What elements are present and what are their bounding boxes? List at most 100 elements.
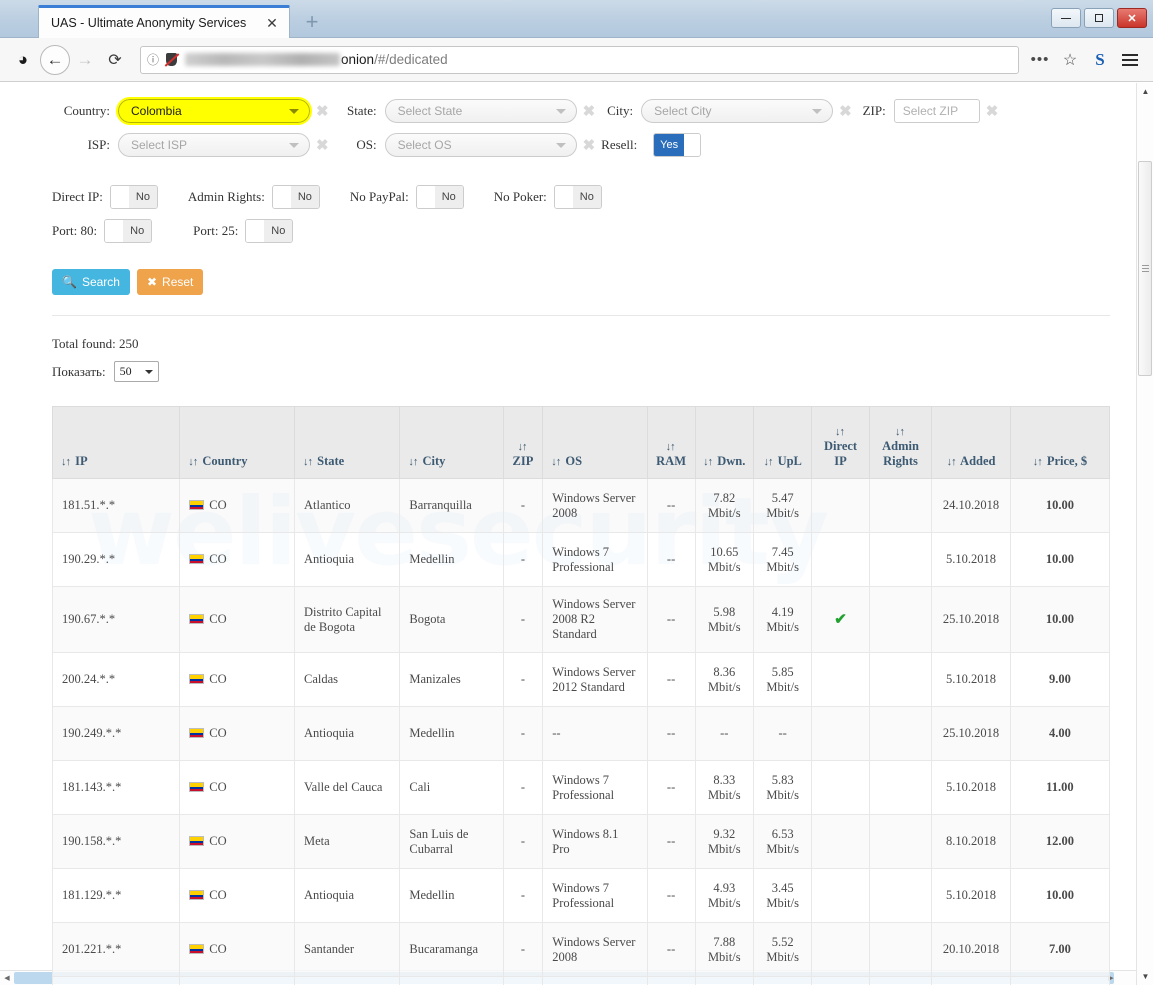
table-row[interactable]: 190.249.*.*COAntioquiaMedellin---------2…: [53, 707, 1110, 761]
scroll-up-arrow[interactable]: ▲: [1137, 83, 1153, 100]
new-tab-button[interactable]: +: [300, 12, 324, 36]
cell-city: Manizales: [400, 653, 503, 707]
cell-added: 25.10.2018: [932, 707, 1010, 761]
table-row[interactable]: 181.129.*.*COAntioquiaMedellin-Windows 7…: [53, 869, 1110, 923]
zip-input[interactable]: Select ZIP: [894, 99, 980, 123]
no-poker-toggle[interactable]: No: [554, 185, 602, 209]
sort-icon: ↓↑: [895, 426, 904, 438]
menu-icon[interactable]: [1115, 45, 1145, 75]
site-info-icon[interactable]: ⓘ: [147, 51, 159, 68]
search-button[interactable]: 🔍 Search: [52, 269, 130, 295]
col-city[interactable]: ↓↑ City: [400, 407, 503, 479]
vertical-scrollbar[interactable]: ▲ ▼: [1136, 83, 1153, 985]
port-80-label: Port: 80:: [52, 223, 97, 239]
cell-city: Bogota: [400, 587, 503, 653]
table-row[interactable]: 181.51.*.*COAtlanticoBarranquilla-Window…: [53, 479, 1110, 533]
state-select[interactable]: Select State: [385, 99, 577, 123]
table-row[interactable]: COWindows Server9.626.74: [53, 977, 1110, 985]
col-state[interactable]: ↓↑ State: [295, 407, 400, 479]
table-row[interactable]: 190.67.*.*CODistrito Capital de BogotaBo…: [53, 587, 1110, 653]
address-bar[interactable]: ⓘ onion/#/dedicated: [140, 46, 1019, 74]
browser-titlebar: UAS - Ultimate Anonymity Services ✕ + ✕: [0, 0, 1153, 38]
isp-select[interactable]: Select ISP: [118, 133, 310, 157]
col-ip[interactable]: ↓↑ IP: [53, 407, 180, 479]
table-row[interactable]: 181.143.*.*COValle del CaucaCali-Windows…: [53, 761, 1110, 815]
city-placeholder: Select City: [654, 104, 711, 118]
cell-os: Windows 7 Professional: [543, 761, 647, 815]
country-clear-icon[interactable]: ✖: [316, 102, 329, 120]
col-country[interactable]: ↓↑ Country: [180, 407, 295, 479]
maximize-button[interactable]: [1084, 8, 1114, 28]
col-os[interactable]: ↓↑ OS: [543, 407, 647, 479]
cell-zip: -: [503, 923, 543, 977]
state-clear-icon[interactable]: ✖: [583, 102, 596, 120]
col-upl[interactable]: ↓↑ UpL: [753, 407, 811, 479]
chevron-down-icon: [145, 370, 153, 374]
col-ram[interactable]: ↓↑RAM: [647, 407, 695, 479]
cell-price: 10.00: [1010, 533, 1109, 587]
browser-tab[interactable]: UAS - Ultimate Anonymity Services ✕: [38, 5, 290, 38]
scroll-left-arrow[interactable]: ◀: [0, 971, 14, 985]
extension-icon[interactable]: S: [1085, 45, 1115, 75]
filter-no-poker: No Poker: No: [494, 185, 602, 209]
reset-icon: ✖: [147, 275, 157, 289]
direct-ip-toggle-value: No: [129, 186, 157, 208]
cell-zip: -: [503, 653, 543, 707]
city-select[interactable]: Select City: [641, 99, 833, 123]
col-price[interactable]: ↓↑ Price, $: [1010, 407, 1109, 479]
cell-ip: 181.129.*.*: [53, 869, 180, 923]
sort-icon: ↓↑: [1033, 456, 1042, 468]
back-button[interactable]: ←: [40, 45, 70, 75]
os-clear-icon[interactable]: ✖: [583, 136, 596, 154]
reset-button[interactable]: ✖ Reset: [137, 269, 203, 295]
admin-rights-label: Admin Rights:: [188, 189, 265, 205]
zip-clear-icon[interactable]: ✖: [986, 102, 999, 120]
resell-toggle[interactable]: Yes: [653, 133, 701, 157]
admin-rights-toggle[interactable]: No: [272, 185, 320, 209]
city-clear-icon[interactable]: ✖: [839, 102, 852, 120]
direct-ip-toggle[interactable]: No: [110, 185, 158, 209]
reload-button[interactable]: ⟳: [100, 45, 130, 75]
page-actions-icon[interactable]: •••: [1025, 45, 1055, 75]
table-row[interactable]: 190.158.*.*COMetaSan Luis de Cubarral-Wi…: [53, 815, 1110, 869]
col-dwn[interactable]: ↓↑ Dwn.: [695, 407, 753, 479]
port-80-toggle[interactable]: No: [104, 219, 152, 243]
cell-country: CO: [180, 533, 295, 587]
cell-upl: 4.19 Mbit/s: [753, 587, 811, 653]
cell-added: 5.10.2018: [932, 761, 1010, 815]
scroll-down-arrow[interactable]: ▼: [1137, 968, 1153, 985]
cell-city: San Luis de Cubarral: [400, 815, 503, 869]
minimize-button[interactable]: [1051, 8, 1081, 28]
cell-price: 10.00: [1010, 587, 1109, 653]
col-added[interactable]: ↓↑ Added: [932, 407, 1010, 479]
cell-state: Santander: [295, 923, 400, 977]
cell-direct-ip: [812, 977, 869, 985]
cell-dwn: --: [695, 707, 753, 761]
vertical-scroll-thumb[interactable]: [1138, 161, 1152, 376]
cell-direct-ip: [812, 923, 869, 977]
tab-close-icon[interactable]: ✕: [263, 14, 281, 32]
sort-icon: ↓↑: [666, 441, 675, 453]
port-25-toggle[interactable]: No: [245, 219, 293, 243]
cell-country: CO: [180, 923, 295, 977]
forward-button[interactable]: →: [70, 45, 100, 75]
country-select[interactable]: Colombia: [118, 99, 310, 123]
table-row[interactable]: 190.29.*.*COAntioquiaMedellin-Windows 7 …: [53, 533, 1110, 587]
divider: [52, 315, 1110, 316]
col-state-label: State: [317, 454, 344, 468]
page-size-select[interactable]: 50: [114, 361, 159, 382]
close-window-button[interactable]: ✕: [1117, 8, 1147, 28]
bookmark-icon[interactable]: ☆: [1055, 45, 1085, 75]
col-admin-rights[interactable]: ↓↑Admin Rights: [869, 407, 932, 479]
table-row[interactable]: 201.221.*.*COSantanderBucaramanga-Window…: [53, 923, 1110, 977]
os-select[interactable]: Select OS: [385, 133, 577, 157]
cell-os: Windows 7 Professional: [543, 533, 647, 587]
col-zip[interactable]: ↓↑ZIP: [503, 407, 543, 479]
cell-city: Bucaramanga: [400, 923, 503, 977]
cell-state: Antioquia: [295, 707, 400, 761]
isp-clear-icon[interactable]: ✖: [316, 136, 329, 154]
table-row[interactable]: 200.24.*.*COCaldasManizales-Windows Serv…: [53, 653, 1110, 707]
tor-onion-icon[interactable]: ◕: [8, 45, 38, 75]
no-paypal-toggle[interactable]: No: [416, 185, 464, 209]
col-direct-ip[interactable]: ↓↑Direct IP: [812, 407, 869, 479]
